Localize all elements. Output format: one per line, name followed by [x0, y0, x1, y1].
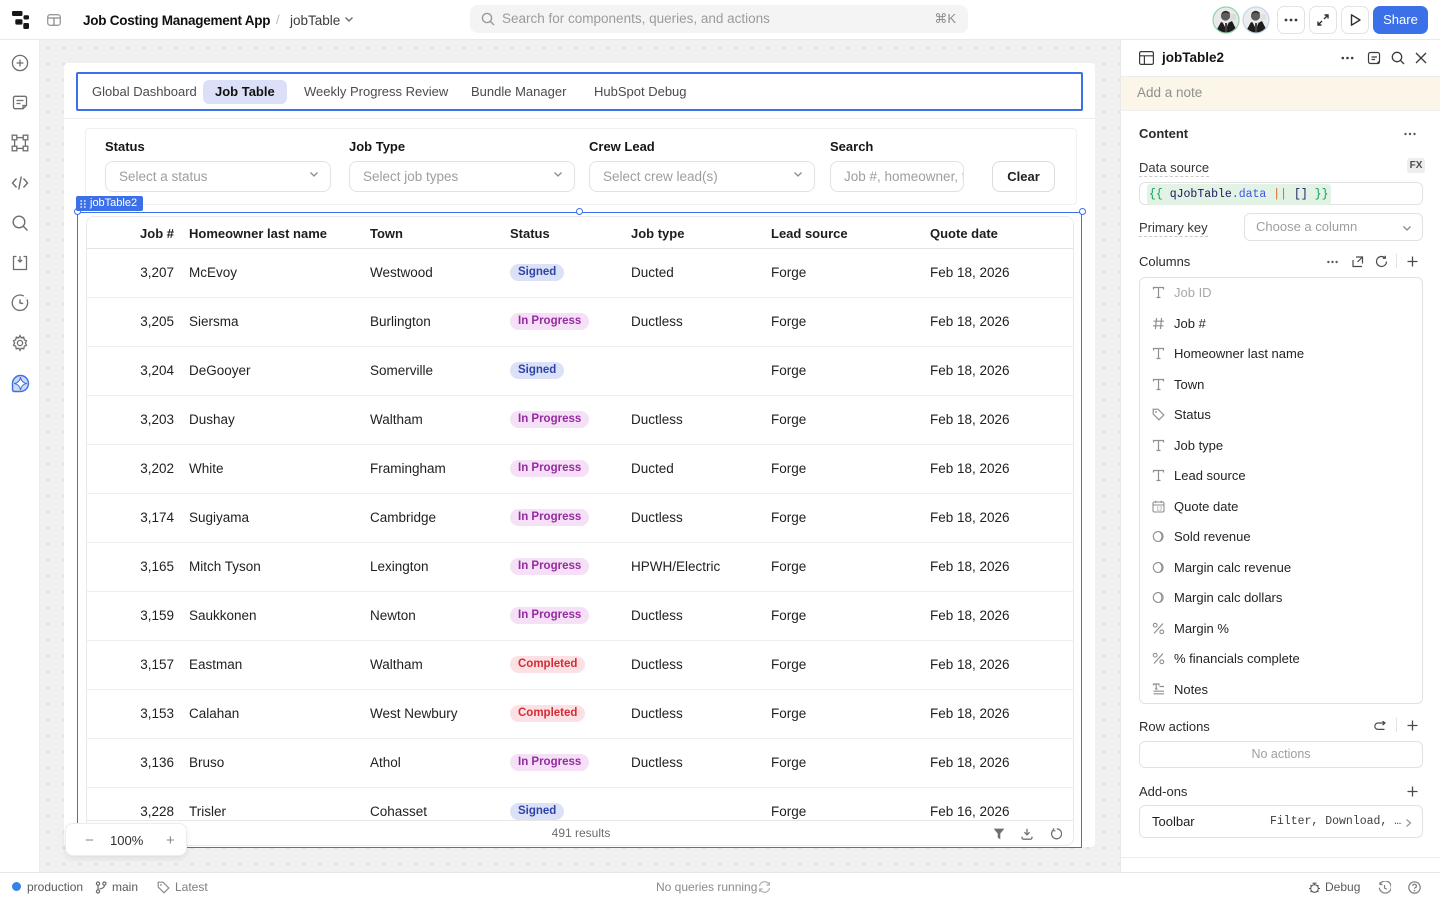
svg-text:12: 12	[1156, 506, 1162, 512]
